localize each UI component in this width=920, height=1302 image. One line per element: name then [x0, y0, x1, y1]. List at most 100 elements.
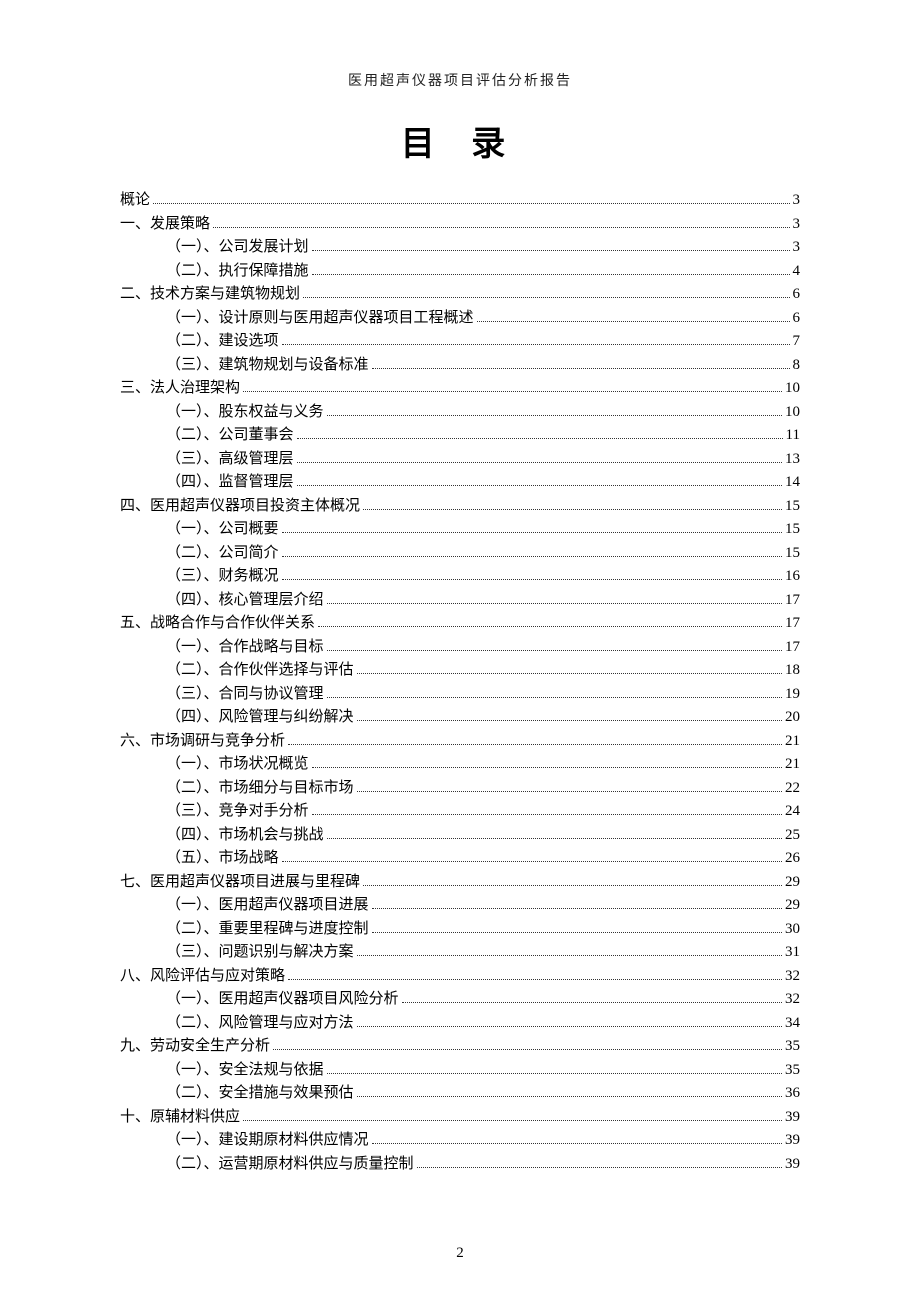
toc-entry: （一）、市场状况概览21 — [120, 757, 800, 772]
toc-entry-page: 14 — [785, 475, 800, 490]
toc-leader-dots — [372, 922, 782, 933]
toc-leader-dots — [312, 264, 790, 275]
toc-entry-page: 6 — [793, 287, 801, 302]
toc-entry-page: 8 — [793, 358, 801, 373]
toc-leader-dots — [363, 875, 782, 886]
toc-leader-dots — [357, 663, 782, 674]
page-number: 2 — [0, 1245, 920, 1262]
toc-entry: 八、风险评估与应对策略32 — [120, 969, 800, 984]
toc-entry-label: （三）、财务概况 — [166, 569, 279, 584]
toc-entry-page: 30 — [785, 922, 800, 937]
table-of-contents: 概论3一、发展策略3（一）、公司发展计划3（二）、执行保障措施4二、技术方案与建… — [120, 193, 800, 1172]
toc-entry-label: （三）、竞争对手分析 — [166, 804, 309, 819]
toc-entry-page: 39 — [785, 1133, 800, 1148]
toc-entry: （三）、问题识别与解决方案31 — [120, 945, 800, 960]
toc-entry-page: 13 — [785, 452, 800, 467]
toc-entry-page: 16 — [785, 569, 800, 584]
toc-entry-page: 32 — [785, 992, 800, 1007]
toc-entry-label: （三）、高级管理层 — [166, 452, 294, 467]
toc-entry-page: 10 — [785, 405, 800, 420]
toc-entry-label: （二）、执行保障措施 — [166, 264, 309, 279]
toc-entry-page: 17 — [785, 616, 800, 631]
toc-entry-label: （四）、核心管理层介绍 — [166, 593, 324, 608]
toc-entry-page: 3 — [793, 217, 801, 232]
toc-entry: （一）、安全法规与依据35 — [120, 1063, 800, 1078]
toc-entry-page: 15 — [785, 546, 800, 561]
toc-entry-page: 4 — [793, 264, 801, 279]
toc-entry-label: （二）、重要里程碑与进度控制 — [166, 922, 369, 937]
toc-entry-page: 19 — [785, 687, 800, 702]
toc-entry: （四）、风险管理与纠纷解决20 — [120, 710, 800, 725]
toc-entry-page: 15 — [785, 499, 800, 514]
toc-entry: （一）、公司发展计划3 — [120, 240, 800, 255]
document-page: 医用超声仪器项目评估分析报告 目 录 概论3一、发展策略3（一）、公司发展计划3… — [0, 0, 920, 1302]
toc-entry: 九、劳动安全生产分析35 — [120, 1039, 800, 1054]
toc-entry-label: （三）、建筑物规划与设备标准 — [166, 358, 369, 373]
toc-leader-dots — [477, 311, 790, 322]
toc-entry: （一）、医用超声仪器项目风险分析32 — [120, 992, 800, 1007]
toc-entry: （二）、安全措施与效果预估36 — [120, 1086, 800, 1101]
toc-leader-dots — [282, 522, 782, 533]
toc-entry-page: 10 — [785, 381, 800, 396]
toc-leader-dots — [372, 898, 782, 909]
toc-entry: （五）、市场战略 26 — [120, 851, 800, 866]
toc-leader-dots — [213, 217, 789, 228]
toc-entry-label: （二）、市场细分与目标市场 — [166, 781, 354, 796]
toc-leader-dots — [327, 687, 782, 698]
toc-leader-dots — [297, 475, 782, 486]
toc-entry-label: （一）、合作战略与目标 — [166, 640, 324, 655]
toc-entry: （一）、设计原则与医用超声仪器项目工程概述6 — [120, 311, 800, 326]
toc-entry-label: （四）、风险管理与纠纷解决 — [166, 710, 354, 725]
toc-entry-page: 35 — [785, 1063, 800, 1078]
toc-leader-dots — [363, 499, 782, 510]
toc-entry-label: （二）、安全措施与效果预估 — [166, 1086, 354, 1101]
toc-entry-label: 四、医用超声仪器项目投资主体概况 — [120, 499, 360, 514]
toc-entry: （二）、风险管理与应对方法34 — [120, 1016, 800, 1031]
toc-entry: （二）、建设选项 7 — [120, 334, 800, 349]
toc-entry: （二）、公司简介15 — [120, 546, 800, 561]
toc-entry: （二）、市场细分与目标市场 22 — [120, 781, 800, 796]
toc-leader-dots — [417, 1157, 782, 1168]
toc-entry-label: 六、市场调研与竞争分析 — [120, 734, 285, 749]
toc-entry: （四）、核心管理层介绍17 — [120, 593, 800, 608]
toc-entry-label: （五）、市场战略 — [166, 851, 279, 866]
toc-leader-dots — [312, 240, 790, 251]
toc-entry-label: 九、劳动安全生产分析 — [120, 1039, 270, 1054]
toc-entry-label: （一）、公司发展计划 — [166, 240, 309, 255]
toc-entry-label: 一、发展策略 — [120, 217, 210, 232]
toc-entry-page: 34 — [785, 1016, 800, 1031]
toc-leader-dots — [357, 710, 782, 721]
toc-entry-page: 22 — [785, 781, 800, 796]
toc-entry-page: 7 — [793, 334, 801, 349]
toc-entry-page: 17 — [785, 640, 800, 655]
toc-entry: （二）、运营期原材料供应与质量控制 39 — [120, 1157, 800, 1172]
toc-entry-page: 3 — [793, 193, 801, 208]
toc-leader-dots — [327, 1063, 782, 1074]
toc-leader-dots — [357, 781, 782, 792]
toc-entry: （三）、高级管理层 13 — [120, 452, 800, 467]
toc-entry-label: 八、风险评估与应对策略 — [120, 969, 285, 984]
toc-entry-label: （二）、合作伙伴选择与评估 — [166, 663, 354, 678]
toc-entry: （三）、竞争对手分析24 — [120, 804, 800, 819]
toc-entry: （四）、监督管理层14 — [120, 475, 800, 490]
toc-leader-dots — [282, 546, 782, 557]
toc-entry: （四）、市场机会与挑战25 — [120, 828, 800, 843]
toc-entry-page: 26 — [785, 851, 800, 866]
toc-leader-dots — [243, 381, 782, 392]
toc-entry: 七、医用超声仪器项目进展与里程碑29 — [120, 875, 800, 890]
toc-title: 目 录 — [120, 116, 800, 165]
toc-leader-dots — [288, 969, 782, 980]
toc-entry: （一）、医用超声仪器项目进展29 — [120, 898, 800, 913]
toc-entry-label: （二）、运营期原材料供应与质量控制 — [166, 1157, 414, 1172]
toc-leader-dots — [318, 616, 782, 627]
toc-entry-label: （一）、市场状况概览 — [166, 757, 309, 772]
toc-entry-label: （二）、建设选项 — [166, 334, 279, 349]
toc-entry-page: 11 — [786, 428, 800, 443]
toc-leader-dots — [357, 1016, 782, 1027]
toc-entry-label: （一）、医用超声仪器项目进展 — [166, 898, 369, 913]
toc-entry: 十、原辅材料供应39 — [120, 1110, 800, 1125]
toc-entry-page: 39 — [785, 1110, 800, 1125]
toc-entry: 五、战略合作与合作伙伴关系17 — [120, 616, 800, 631]
toc-entry-label: （四）、市场机会与挑战 — [166, 828, 324, 843]
toc-entry-page: 39 — [785, 1157, 800, 1172]
